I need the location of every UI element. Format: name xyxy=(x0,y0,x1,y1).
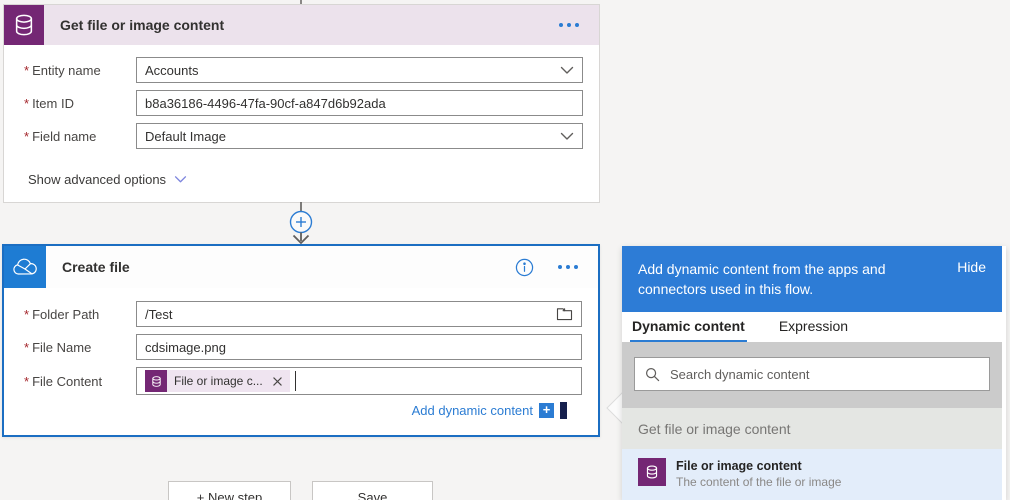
panel-tabs: Dynamic content Expression xyxy=(622,312,1002,343)
item-description: The content of the file or image xyxy=(676,475,841,491)
chevron-down-icon xyxy=(560,131,574,141)
required-asterisk: * xyxy=(24,129,29,144)
panel-search-area xyxy=(622,342,1002,408)
card2-header[interactable]: Create file xyxy=(4,246,598,288)
panel-header-message: Add dynamic content from the apps and co… xyxy=(638,259,940,300)
folder-path-label: *Folder Path xyxy=(24,307,136,322)
file-name-input[interactable]: cdsimage.png xyxy=(136,334,582,360)
text-cursor xyxy=(295,371,296,391)
folder-path-input[interactable]: /Test xyxy=(136,301,582,327)
required-asterisk: * xyxy=(24,307,29,322)
add-dynamic-content-bar-icon xyxy=(560,402,567,419)
add-dynamic-content-link[interactable]: Add dynamic content xyxy=(412,403,533,418)
tab-dynamic-content[interactable]: Dynamic content xyxy=(630,312,747,343)
required-asterisk: * xyxy=(24,96,29,111)
entity-name-label: *Entity name xyxy=(24,63,136,78)
action-card-get-file-or-image-content[interactable]: Get file or image content *Entity name A… xyxy=(3,4,600,203)
dynamic-content-item-file-or-image-content[interactable]: File or image content The content of the… xyxy=(622,449,1002,500)
folder-picker-icon[interactable] xyxy=(556,307,573,321)
onedrive-icon xyxy=(4,246,46,288)
search-icon xyxy=(645,367,660,382)
chevron-down-icon xyxy=(174,175,187,184)
file-name-label: *File Name xyxy=(24,340,136,355)
database-icon xyxy=(145,370,167,392)
add-dynamic-content-plus-icon[interactable]: + xyxy=(539,403,554,418)
card2-title: Create file xyxy=(62,259,515,275)
search-box[interactable] xyxy=(634,357,990,391)
file-content-label: *File Content xyxy=(24,374,136,389)
tab-expression[interactable]: Expression xyxy=(777,312,850,343)
panel-callout-beak xyxy=(604,390,624,426)
field-name-label: *Field name xyxy=(24,129,136,144)
chevron-down-icon xyxy=(560,65,574,75)
card2-menu-ellipsis-icon[interactable] xyxy=(556,259,580,275)
dynamic-content-panel: Add dynamic content from the apps and co… xyxy=(622,246,1006,500)
required-asterisk: * xyxy=(24,63,29,78)
entity-name-dropdown[interactable]: Accounts xyxy=(136,57,583,83)
item-id-label: *Item ID xyxy=(24,96,136,111)
new-step-button[interactable]: + New step xyxy=(168,481,291,500)
info-icon[interactable] xyxy=(515,258,534,277)
panel-group-header: Get file or image content xyxy=(622,408,1002,449)
file-content-input[interactable]: File or image c... xyxy=(136,367,582,395)
required-asterisk: * xyxy=(24,374,29,389)
search-input[interactable] xyxy=(670,367,979,382)
panel-header: Add dynamic content from the apps and co… xyxy=(622,246,1002,312)
action-card-create-file[interactable]: Create file *Folder Path /Test *File Nam… xyxy=(2,244,600,437)
field-name-dropdown[interactable]: Default Image xyxy=(136,123,583,149)
card1-title: Get file or image content xyxy=(60,17,557,33)
show-advanced-options-link[interactable]: Show advanced options xyxy=(28,172,187,187)
card1-header[interactable]: Get file or image content xyxy=(4,5,599,45)
item-id-input[interactable]: b8a36186-4496-47fa-90cf-a847d6b92ada xyxy=(136,90,583,116)
hide-button[interactable]: Hide xyxy=(957,259,986,300)
dynamic-token-chip[interactable]: File or image c... xyxy=(145,370,290,392)
card1-menu-ellipsis-icon[interactable] xyxy=(557,17,581,33)
item-title: File or image content xyxy=(676,458,841,474)
insert-step-connector[interactable] xyxy=(283,202,319,246)
database-icon xyxy=(638,458,666,486)
required-asterisk: * xyxy=(24,340,29,355)
remove-token-icon[interactable] xyxy=(271,375,284,388)
common-data-service-icon xyxy=(4,5,44,45)
save-button[interactable]: Save xyxy=(312,481,433,500)
